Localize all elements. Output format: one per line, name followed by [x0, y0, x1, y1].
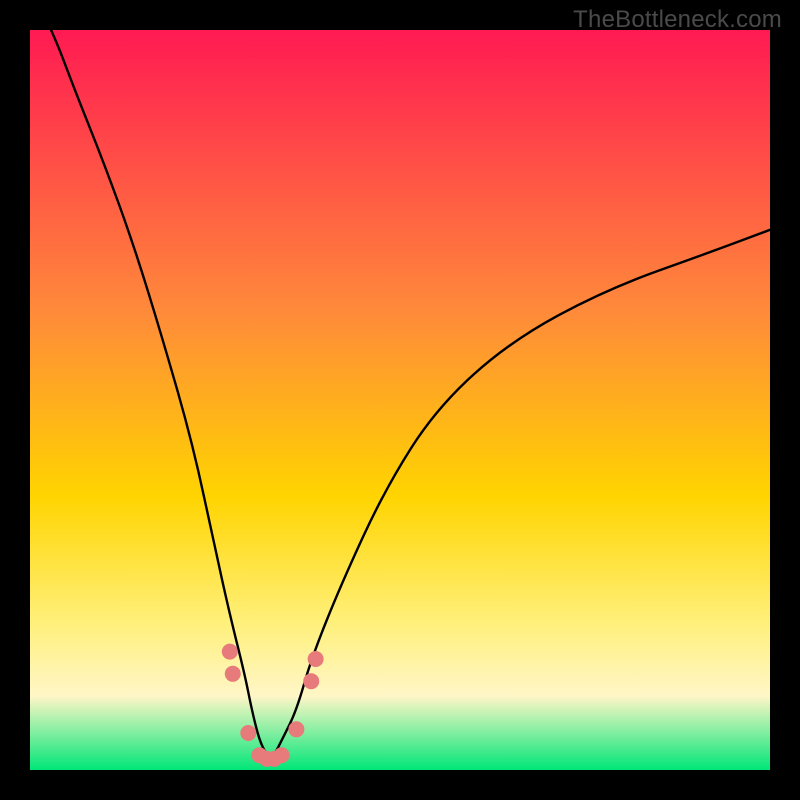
curve-marker	[303, 673, 319, 689]
bottleneck-curve	[30, 30, 770, 770]
curve-marker	[222, 644, 238, 660]
curve-marker	[308, 651, 324, 667]
curve-marker	[225, 666, 241, 682]
curve-marker	[274, 747, 290, 763]
chart-frame	[30, 30, 770, 770]
curve-marker	[240, 725, 256, 741]
curve-marker	[288, 721, 304, 737]
watermark-text: TheBottleneck.com	[573, 6, 782, 34]
